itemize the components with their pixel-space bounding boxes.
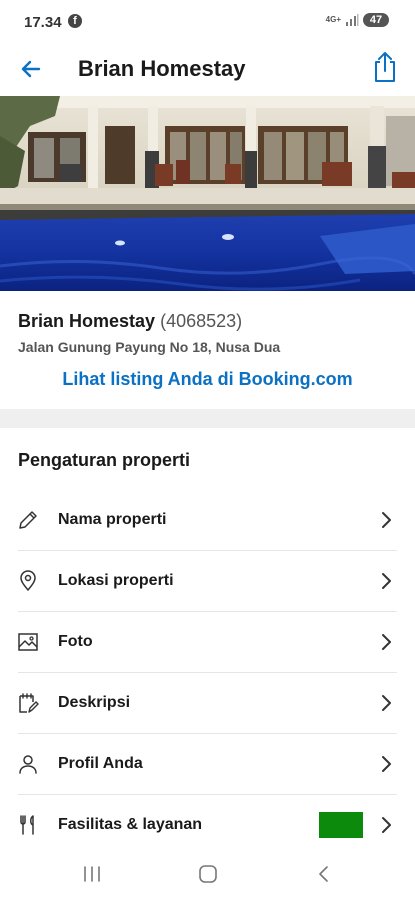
chevron-right-icon: [382, 573, 391, 589]
system-nav-bar: [0, 848, 415, 900]
notepad-icon: [19, 693, 39, 713]
view-listing-link[interactable]: Lihat listing Anda di Booking.com: [0, 369, 415, 390]
section-title: Pengaturan properti: [18, 450, 191, 470]
page-title: Brian Homestay: [78, 56, 246, 81]
home-icon[interactable]: [196, 864, 220, 884]
chevron-right-icon: [382, 695, 391, 711]
location-pin-icon: [20, 570, 36, 591]
pencil-icon: [19, 511, 37, 529]
menu-item-photos[interactable]: Foto: [0, 612, 415, 673]
system-back-icon[interactable]: [314, 864, 334, 884]
menu-item-property-name[interactable]: Nama properti: [0, 490, 415, 551]
chevron-right-icon: [382, 817, 391, 833]
image-icon: [18, 633, 38, 651]
chevron-right-icon: [382, 512, 391, 528]
property-id: (4068523): [160, 311, 243, 331]
menu-item-label: Deskripsi: [58, 694, 131, 711]
fork-knife-icon: [20, 815, 34, 835]
user-icon: [19, 755, 37, 774]
share-icon[interactable]: [369, 50, 401, 84]
menu-item-label: Fasilitas & layanan: [58, 816, 203, 833]
network-type: 4G+: [325, 15, 341, 24]
facebook-notification-icon: f: [68, 14, 82, 28]
battery-level: 47: [363, 13, 389, 27]
property-name-line: Brian Homestay (4068523): [18, 311, 242, 332]
menu-item-label: Nama properti: [58, 511, 167, 528]
status-time: 17.34: [24, 14, 62, 31]
section-divider: [0, 409, 415, 428]
chevron-right-icon: [382, 756, 391, 772]
property-info: Brian Homestay (4068523) Jalan Gunung Pa…: [0, 291, 415, 409]
status-bar: 17.34 f 4G+ 47: [0, 0, 415, 44]
menu-item-label: Profil Anda: [58, 755, 143, 772]
status-indicators: 4G+ 47: [326, 13, 389, 27]
menu-item-label: Lokasi properti: [58, 572, 174, 589]
property-address: Jalan Gunung Payung No 18, Nusa Dua: [18, 339, 281, 355]
recent-apps-icon[interactable]: [80, 864, 104, 884]
property-photo-illustration: [0, 96, 415, 291]
menu-item-description[interactable]: Deskripsi: [0, 673, 415, 734]
app-header: Brian Homestay: [0, 44, 415, 96]
menu-item-label: Foto: [58, 633, 93, 650]
menu-item-property-location[interactable]: Lokasi properti: [0, 551, 415, 612]
chevron-right-icon: [382, 634, 391, 650]
menu-item-facilities-services[interactable]: Fasilitas & layanan: [0, 795, 415, 856]
settings-menu: Nama properti Lokasi properti Foto Deskr…: [0, 490, 415, 856]
back-arrow-icon[interactable]: [16, 54, 46, 84]
property-photo[interactable]: [0, 96, 415, 291]
signal-icon: [346, 14, 359, 26]
menu-item-your-profile[interactable]: Profil Anda: [0, 734, 415, 795]
status-badge: [319, 812, 363, 838]
property-name: Brian Homestay: [18, 311, 156, 331]
